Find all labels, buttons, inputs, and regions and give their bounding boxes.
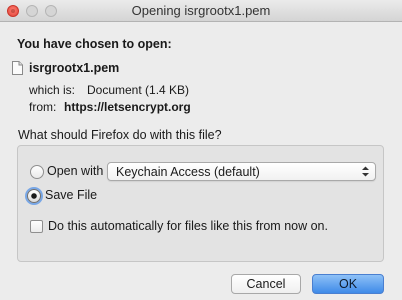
- window-title: Opening isrgrootx1.pem: [131, 3, 271, 18]
- open-with-label[interactable]: Open with: [47, 164, 103, 178]
- file-source-value: https://letsencrypt.org: [64, 100, 191, 114]
- title-bar: Opening isrgrootx1.pem: [0, 0, 402, 22]
- select-arrows-icon: [362, 166, 369, 177]
- auto-action-label[interactable]: Do this automatically for files like thi…: [48, 219, 328, 233]
- open-with-app-value: Keychain Access (default): [116, 165, 260, 179]
- file-type-row: which is: Document (1.4 KB): [29, 83, 189, 97]
- cancel-button[interactable]: Cancel: [231, 274, 301, 294]
- save-file-label[interactable]: Save File: [45, 188, 97, 202]
- file-type-value: Document (1.4 KB): [87, 83, 190, 97]
- open-with-radio[interactable]: [30, 165, 44, 179]
- ok-button[interactable]: OK: [312, 274, 384, 294]
- file-source-row: from: https://letsencrypt.org: [29, 100, 191, 114]
- save-file-radio[interactable]: [27, 189, 41, 203]
- file-name: isrgrootx1.pem: [29, 61, 120, 75]
- from-label: from:: [29, 100, 57, 114]
- auto-action-checkbox[interactable]: [30, 220, 43, 233]
- which-is-label: which is:: [29, 83, 76, 97]
- open-with-app-select[interactable]: Keychain Access (default): [107, 162, 376, 181]
- dialog-heading: You have chosen to open:: [17, 37, 172, 51]
- action-question: What should Firefox do with this file?: [18, 128, 222, 142]
- document-icon: [12, 61, 23, 75]
